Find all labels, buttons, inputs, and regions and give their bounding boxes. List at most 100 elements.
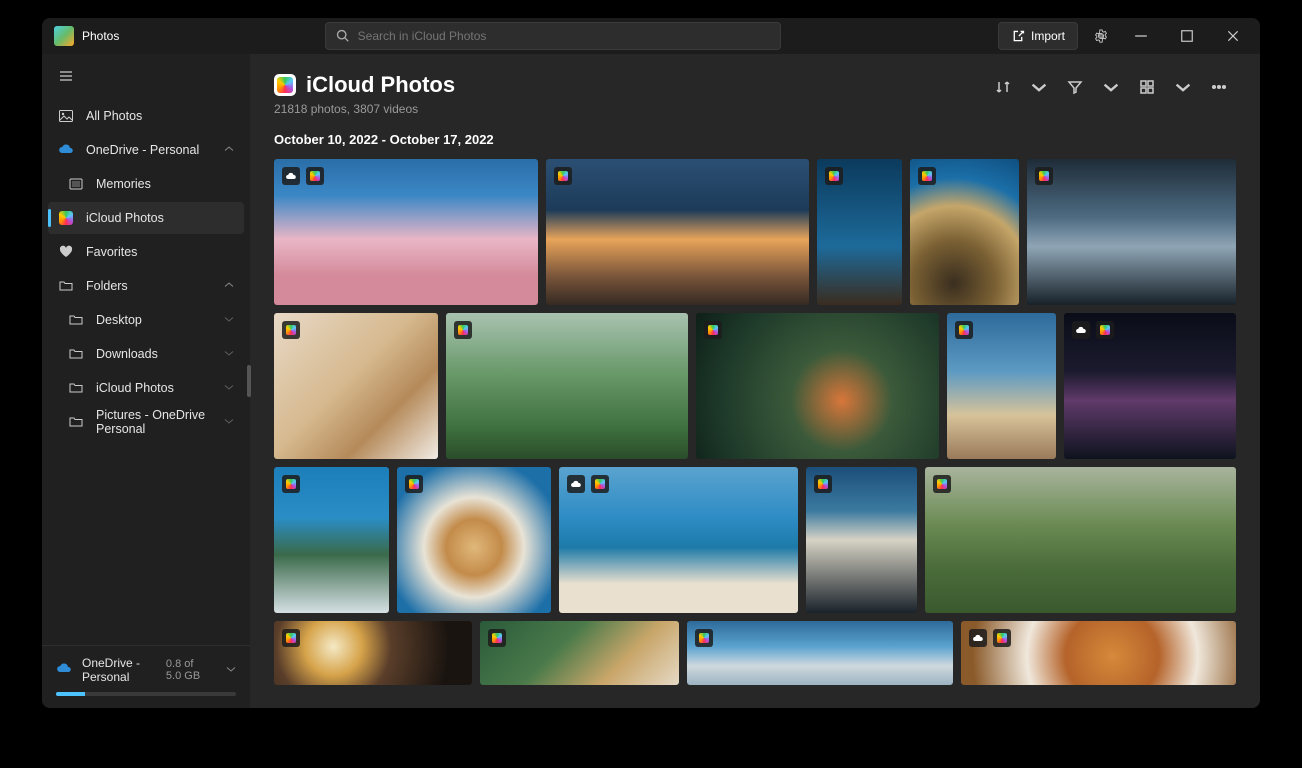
icloud-badge [1096, 321, 1114, 339]
chevron-up-icon [224, 143, 234, 157]
photo-tile[interactable] [274, 621, 472, 685]
onedrive-icon [58, 142, 74, 158]
storage-used: 0.8 of 5.0 GB [166, 658, 210, 682]
more-button[interactable] [1202, 72, 1236, 102]
sidebar: All Photos OneDrive - Personal Memories … [42, 54, 250, 708]
chevron-down-icon[interactable] [226, 663, 236, 677]
chevron-up-icon [224, 279, 234, 293]
view-button[interactable] [1130, 72, 1164, 102]
sidebar-folder-icloud[interactable]: iCloud Photos [48, 372, 244, 404]
sidebar-folder-downloads[interactable]: Downloads [48, 338, 244, 370]
icloud-badge [306, 167, 324, 185]
storage-bar [56, 692, 236, 696]
photo-tile[interactable] [546, 159, 810, 305]
icloud-badge [282, 629, 300, 647]
search-input[interactable] [358, 29, 770, 43]
icloud-badge [488, 629, 506, 647]
window-controls [1118, 18, 1256, 54]
icloud-badge [1035, 167, 1053, 185]
maximize-button[interactable] [1164, 18, 1210, 54]
filter-button[interactable] [1058, 72, 1092, 102]
photo-tile[interactable] [817, 159, 902, 305]
icloud-badge [591, 475, 609, 493]
close-icon [1226, 29, 1240, 43]
search-icon [336, 29, 350, 43]
search-box[interactable] [325, 22, 781, 50]
app-body: All Photos OneDrive - Personal Memories … [42, 54, 1260, 708]
sidebar-item-label: Pictures - OneDrive Personal [96, 408, 212, 436]
icloud-badge [825, 167, 843, 185]
photo-tile[interactable] [480, 621, 678, 685]
sidebar-item-icloud-photos[interactable]: iCloud Photos [48, 202, 244, 234]
storage-status: OneDrive - Personal 0.8 of 5.0 GB [42, 645, 250, 708]
sort-button[interactable] [986, 72, 1020, 102]
cloud-badge [1072, 321, 1090, 339]
folder-icon [68, 312, 84, 328]
photo-tile[interactable] [274, 159, 538, 305]
filter-chevron[interactable] [1094, 72, 1128, 102]
import-button[interactable]: Import [998, 22, 1078, 50]
minimize-button[interactable] [1118, 18, 1164, 54]
photo-tile[interactable] [1064, 313, 1236, 459]
photo-tile[interactable] [696, 313, 938, 459]
icloud-badge [955, 321, 973, 339]
photo-tile[interactable] [925, 467, 1236, 613]
main-panel: iCloud Photos 21818 photos, 3807 videos … [250, 54, 1260, 708]
photo-tile[interactable] [1027, 159, 1236, 305]
sidebar-item-memories[interactable]: Memories [48, 168, 244, 200]
app-window: Photos Import [42, 18, 1260, 708]
sidebar-item-label: Desktop [96, 313, 142, 327]
icloud-badge [918, 167, 936, 185]
icloud-badge [695, 629, 713, 647]
photo-tile[interactable] [806, 467, 917, 613]
icloud-badge [554, 167, 572, 185]
page-subtitle: 21818 photos, 3807 videos [274, 102, 455, 116]
sidebar-item-label: Favorites [86, 245, 137, 259]
storage-account: OneDrive - Personal [82, 656, 156, 684]
sort-icon [995, 79, 1011, 95]
chevron-down-icon [224, 381, 234, 395]
sort-chevron[interactable] [1022, 72, 1056, 102]
photo-tile[interactable] [274, 467, 389, 613]
sidebar-item-all-photos[interactable]: All Photos [48, 100, 244, 132]
sidebar-item-onedrive[interactable]: OneDrive - Personal [48, 134, 244, 166]
photo-tile[interactable] [910, 159, 1019, 305]
sidebar-item-label: Downloads [96, 347, 158, 361]
photo-tile[interactable] [687, 621, 954, 685]
folder-icon [68, 380, 84, 396]
sidebar-folder-pictures[interactable]: Pictures - OneDrive Personal [48, 406, 244, 438]
page-title: iCloud Photos [306, 72, 455, 98]
sidebar-item-folders[interactable]: Folders [48, 270, 244, 302]
cloud-badge [969, 629, 987, 647]
titlebar: Photos Import [42, 18, 1260, 54]
view-chevron[interactable] [1166, 72, 1200, 102]
heart-icon [58, 244, 74, 260]
toolbar [986, 72, 1236, 102]
photo-tile[interactable] [559, 467, 798, 613]
filter-icon [1067, 79, 1083, 95]
icloud-badge [405, 475, 423, 493]
minimize-icon [1134, 29, 1148, 43]
app-logo-icon [54, 26, 74, 46]
sidebar-resize-handle[interactable] [247, 365, 251, 397]
settings-button[interactable] [1084, 21, 1118, 51]
chevron-down-icon [224, 347, 234, 361]
icloud-badge [814, 475, 832, 493]
photo-tile[interactable] [397, 467, 551, 613]
photo-tile[interactable] [446, 313, 688, 459]
icloud-badge [282, 475, 300, 493]
icloud-badge [993, 629, 1011, 647]
photo-tile[interactable] [961, 621, 1236, 685]
hamburger-button[interactable] [48, 58, 84, 94]
sidebar-item-favorites[interactable]: Favorites [48, 236, 244, 268]
photo-tile[interactable] [274, 313, 438, 459]
photo-grid [250, 159, 1260, 708]
icloud-badge [282, 321, 300, 339]
sidebar-folder-desktop[interactable]: Desktop [48, 304, 244, 336]
close-button[interactable] [1210, 18, 1256, 54]
icloud-photos-icon [58, 210, 74, 226]
content-header: iCloud Photos 21818 photos, 3807 videos [250, 54, 1260, 130]
date-heading: October 10, 2022 - October 17, 2022 [250, 130, 1260, 159]
icloud-badge [454, 321, 472, 339]
photo-tile[interactable] [947, 313, 1056, 459]
